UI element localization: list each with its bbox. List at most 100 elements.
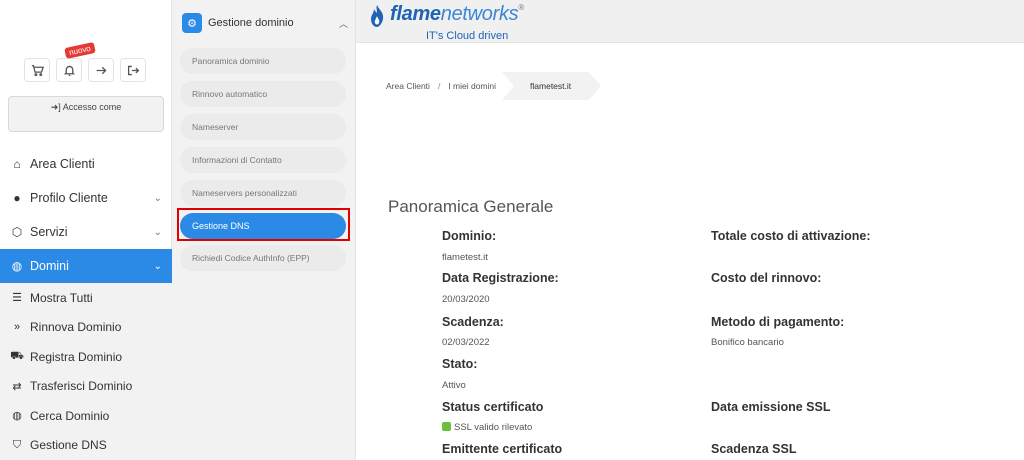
logout-button[interactable]	[120, 58, 146, 82]
submenu-item-label: Trasferisci Dominio	[30, 379, 133, 394]
submenu-item-trasferisci-dominio[interactable]: ⇄ Trasferisci Dominio	[0, 372, 172, 402]
submenu-item-label: Mostra Tutti	[30, 290, 93, 305]
forward-button[interactable]	[88, 58, 114, 82]
menu-item-label: Servizi	[30, 225, 68, 239]
menu-item-profilo-cliente[interactable]: ● Profilo Cliente ⌄	[0, 181, 172, 215]
bell-icon	[63, 65, 75, 76]
field-label-totale-costo-attivazione: Totale costo di attivazione:	[711, 229, 871, 243]
list-icon: ☰	[12, 292, 22, 305]
main-content: flamenetworks® IT's Cloud driven Area Cl…	[356, 0, 1024, 460]
panel-item-rinnovo-automatico[interactable]: Rinnovo automatico	[180, 81, 346, 107]
globe-icon: ◍	[11, 259, 23, 273]
chevron-down-icon: ⌄	[153, 192, 162, 204]
submenu-item-cerca-dominio[interactable]: ◍ Cerca Dominio	[0, 401, 172, 431]
panel-item-richiedi-authinfo[interactable]: Richiedi Codice AuthInfo (EPP)	[180, 245, 346, 271]
field-label-data-emissione-ssl: Data emissione SSL	[711, 400, 831, 414]
panel-item-label: Panoramica dominio	[192, 56, 270, 66]
submenu-item-mostra-tutti[interactable]: ☰ Mostra Tutti	[0, 283, 172, 313]
breadcrumb-item[interactable]: I miei domini	[448, 81, 496, 91]
field-label-data-registrazione: Data Registrazione:	[442, 271, 559, 285]
menu-item-servizi[interactable]: ⬡ Servizi ⌄	[0, 215, 172, 249]
top-bar: flamenetworks® IT's Cloud driven	[356, 0, 1024, 43]
ssl-status-text: SSL valido rilevato	[454, 422, 533, 433]
field-value-dominio: flametest.it	[442, 252, 488, 263]
field-value-scadenza: 02/03/2022	[442, 337, 490, 348]
field-label-costo-rinnovo: Costo del rinnovo:	[711, 271, 822, 285]
access-as-button[interactable]: ➜] Accesso come	[8, 96, 164, 132]
cube-icon: ⬡	[11, 225, 23, 239]
field-value-metodo-pagamento: Bonifico bancario	[711, 337, 784, 348]
submenu-item-label: Registra Dominio	[30, 349, 123, 364]
field-label-scadenza-ssl: Scadenza SSL	[711, 442, 797, 456]
panel-item-label: Nameservers personalizzati	[192, 188, 297, 198]
domain-management-panel: ⚙ Gestione dominio ︿ Panoramica dominio …	[172, 0, 356, 460]
submenu-item-label: Cerca Dominio	[30, 408, 110, 423]
globe-icon: ◍	[12, 410, 22, 423]
logout-icon	[127, 65, 139, 75]
panel-item-nameserver[interactable]: Nameserver	[180, 114, 346, 140]
menu-item-label: Domini	[30, 259, 69, 273]
cart-button[interactable]	[24, 58, 50, 82]
breadcrumb-item[interactable]: Area Clienti	[386, 81, 430, 91]
menu-item-domini[interactable]: ◍ Domini ⌄	[0, 249, 172, 283]
chevron-up-icon: ︿	[338, 18, 348, 29]
new-badge: nuovo	[64, 42, 96, 59]
panel-header[interactable]: ⚙ Gestione dominio ︿	[182, 12, 350, 34]
login-icon: ➜]	[50, 102, 61, 112]
double-chevron-icon: »	[13, 321, 21, 334]
breadcrumb-separator: /	[437, 81, 441, 91]
field-label-dominio: Dominio:	[442, 229, 497, 243]
submenu-item-gestione-dns[interactable]: ⛉ Gestione DNS	[0, 431, 172, 460]
field-value-data-registrazione: 20/03/2020	[442, 294, 490, 305]
cart-icon: ⛟	[10, 349, 24, 362]
field-label-emittente-certificato: Emittente certificato	[442, 442, 563, 456]
field-label-stato: Stato:	[442, 357, 478, 371]
home-icon: ⌂	[13, 157, 21, 171]
notifications-button[interactable]: nuovo	[56, 42, 96, 82]
menu-item-area-clienti[interactable]: ⌂ Area Clienti	[0, 147, 172, 181]
field-label-scadenza: Scadenza:	[442, 315, 504, 329]
user-icon: ●	[13, 191, 21, 205]
field-value-stato: Attivo	[442, 380, 466, 391]
field-label-status-certificato: Status certificato	[442, 400, 544, 414]
left-sidebar: nuovo ➜] Accesso come ⌂ Area Clienti ● P…	[0, 0, 172, 460]
main-menu: ⌂ Area Clienti ● Profilo Cliente ⌄ ⬡ Ser…	[0, 147, 172, 460]
access-as-label: Accesso come	[62, 102, 122, 112]
lock-icon	[442, 422, 451, 431]
submenu-item-label: Rinnova Dominio	[30, 320, 122, 335]
field-value-status-certificato: SSL valido rilevato	[442, 422, 532, 433]
gear-icon: ⚙	[182, 13, 202, 33]
submenu-item-rinnova-dominio[interactable]: » Rinnova Dominio	[0, 313, 172, 343]
section-title: Panoramica Generale	[388, 197, 554, 216]
field-label-metodo-pagamento: Metodo di pagamento:	[711, 315, 845, 329]
brand-tagline: IT's Cloud driven	[426, 30, 509, 42]
panel-item-panoramica-dominio[interactable]: Panoramica dominio	[180, 48, 346, 74]
menu-item-label: Area Clienti	[30, 157, 95, 171]
transfer-icon: ⇄	[12, 380, 22, 393]
chevron-down-icon: ⌄	[153, 226, 162, 238]
registered-mark: ®	[518, 3, 525, 12]
arrow-right-icon	[96, 66, 106, 74]
panel-item-informazioni-contatto[interactable]: Informazioni di Contatto	[180, 147, 346, 173]
cart-icon	[31, 64, 44, 76]
brand-name-bold: flame	[390, 3, 441, 25]
panel-item-label: Richiedi Codice AuthInfo (EPP)	[192, 253, 310, 263]
panel-item-label: Nameserver	[192, 122, 239, 132]
highlight-box	[177, 208, 350, 241]
submenu-item-registra-dominio[interactable]: ⛟ Registra Dominio	[0, 342, 172, 372]
brand-logo[interactable]: flamenetworks®	[368, 4, 524, 28]
panel-item-label: Rinnovo automatico	[192, 89, 268, 99]
panel-item-label: Informazioni di Contatto	[192, 155, 282, 165]
shield-icon: ⛉	[12, 438, 22, 451]
menu-item-label: Profilo Cliente	[30, 191, 108, 205]
submenu-item-label: Gestione DNS	[30, 438, 107, 453]
flame-icon	[371, 5, 384, 27]
domini-submenu: ☰ Mostra Tutti » Rinnova Dominio ⛟ Regis…	[0, 283, 172, 460]
quick-actions: nuovo	[24, 42, 146, 82]
chevron-down-icon: ⌄	[153, 260, 162, 272]
brand-name-light: networks	[440, 3, 519, 25]
breadcrumb-current: flametest.it	[502, 72, 602, 100]
breadcrumb-current-label: flametest.it	[530, 81, 572, 91]
panel-title: Gestione dominio	[208, 17, 294, 29]
panel-item-nameservers-personalizzati[interactable]: Nameservers personalizzati	[180, 180, 346, 206]
